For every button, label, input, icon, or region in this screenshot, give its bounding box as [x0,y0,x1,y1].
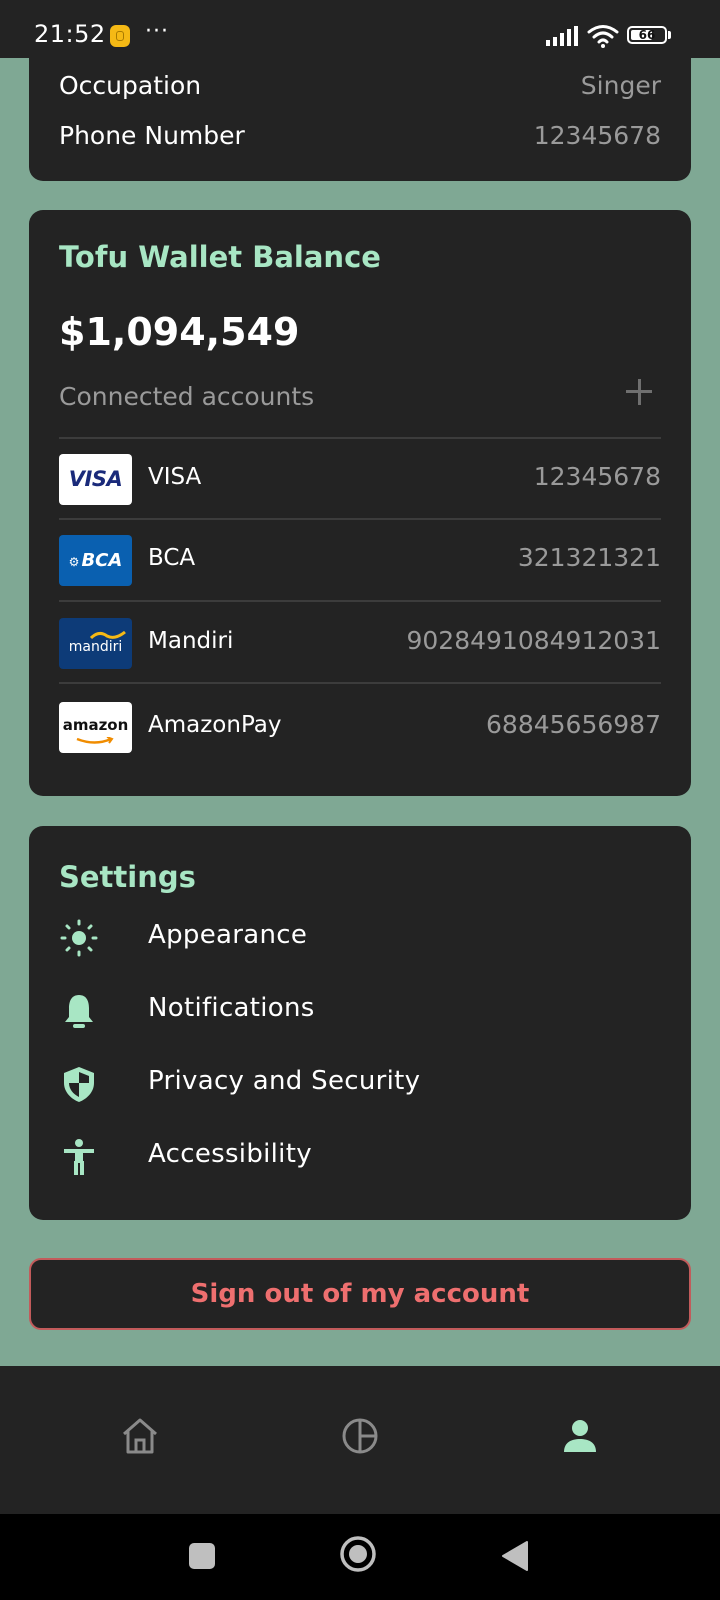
wallet-card: Tofu Wallet Balance $1,094,549 Connected… [29,210,691,796]
signal-icon [546,26,578,46]
shield-icon [64,1067,94,1102]
battery-cap [668,31,671,39]
pie-chart-icon [342,1418,378,1454]
settings-label: Notifications [148,993,315,1023]
settings-item-appearance[interactable]: Appearance [59,912,661,962]
bca-logo-text: BCA [81,550,123,571]
sun-icon [60,919,98,957]
amazon-smile-icon [76,737,114,744]
status-time: 21:52 [34,20,106,48]
visa-logo: VISA [59,454,132,505]
settings-item-notifications[interactable]: Notifications [59,985,661,1035]
account-row-bca[interactable]: ⚙ BCA BCA 321321321 [59,535,661,591]
settings-label: Privacy and Security [148,1066,421,1096]
nav-stats[interactable] [336,1412,384,1460]
recents-square-icon[interactable] [189,1543,215,1569]
battery-icon: 66 [627,26,667,44]
mandiri-logo: mandiri [59,618,132,669]
divider [59,682,661,684]
more-notifications-indicator: ··· [145,19,169,44]
back-triangle-icon[interactable] [501,1540,529,1572]
bca-logo-mark-icon: ⚙ [68,555,80,569]
account-number: 321321321 [517,543,661,572]
mandiri-logo-text: mandiri [68,639,123,655]
occupation-value: Singer [580,71,661,100]
occupation-label: Occupation [59,71,202,100]
settings-card: Settings Appearance Notifications Privac… [29,826,691,1220]
bottom-navigation [0,1366,720,1514]
account-name: VISA [148,464,202,490]
amazon-logo: amazon [59,702,132,753]
home-circle-icon[interactable] [339,1535,377,1573]
nav-profile[interactable] [556,1412,604,1460]
profile-icon [564,1420,596,1452]
settings-item-accessibility[interactable]: Accessibility [59,1131,661,1181]
wifi-icon [587,25,619,48]
phone-number-label: Phone Number [59,121,245,150]
profile-row-phone: Phone Number 12345678 [59,116,661,156]
system-navigation-bar [0,1514,720,1600]
account-number: 9028491084912031 [406,626,662,655]
battery-percentage: 66 [638,28,656,42]
home-icon [123,1418,157,1454]
account-name: BCA [148,545,196,571]
settings-label: Appearance [148,920,308,950]
account-name: Mandiri [148,628,234,654]
connected-accounts-label: Connected accounts [59,382,315,411]
account-row-amazonpay[interactable]: amazon AmazonPay 68845656987 [59,702,661,758]
sign-out-button[interactable]: Sign out of my account [29,1258,691,1330]
settings-title: Settings [59,860,196,894]
divider [59,518,661,520]
settings-item-privacy-security[interactable]: Privacy and Security [59,1058,661,1108]
accessibility-icon [64,1139,94,1175]
status-bar: 21:52 ··· 66 [0,0,720,58]
account-number: 12345678 [533,462,661,491]
phone-number-value: 12345678 [533,121,661,150]
account-row-visa[interactable]: VISA VISA 12345678 [59,454,661,510]
divider [59,600,661,602]
add-account-plus-icon[interactable] [621,374,657,410]
settings-label: Accessibility [148,1139,312,1169]
wallet-balance: $1,094,549 [59,310,300,354]
account-row-mandiri[interactable]: mandiri Mandiri 9028491084912031 [59,618,661,674]
nav-home[interactable] [116,1412,164,1460]
app-notification-icon [110,25,130,47]
divider [59,437,661,439]
profile-row-occupation: Occupation Singer [59,66,661,106]
amazon-logo-text: amazon [62,716,129,734]
bell-icon [65,995,93,1028]
account-number: 68845656987 [486,710,661,739]
bca-logo: ⚙ BCA [59,535,132,586]
wallet-title: Tofu Wallet Balance [59,240,381,274]
account-name: AmazonPay [148,712,282,738]
